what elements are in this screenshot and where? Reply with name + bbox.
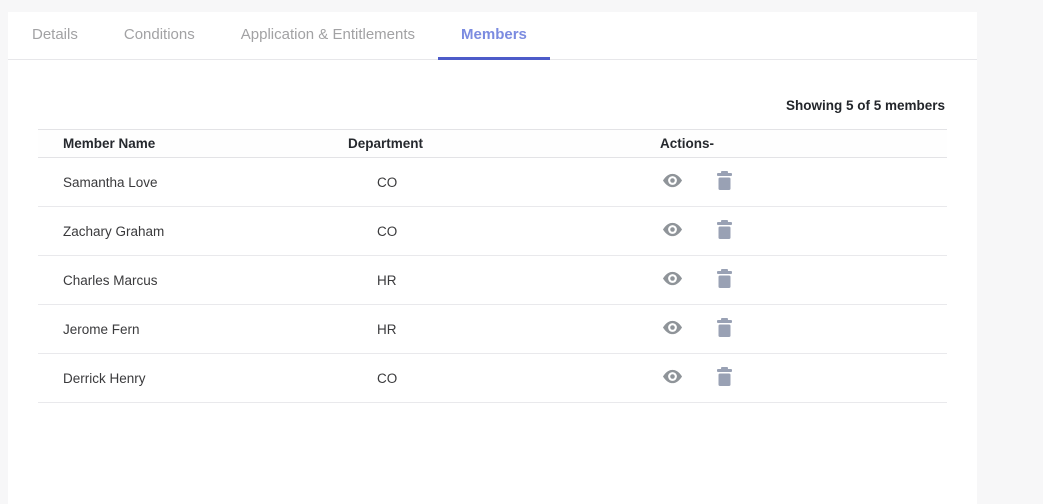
view-member-button[interactable]	[662, 173, 683, 191]
eye-icon	[662, 222, 683, 240]
row-actions	[660, 367, 947, 389]
member-count-summary: Showing 5 of 5 members	[8, 98, 945, 113]
table-header-row: Member Name Department Actions-	[38, 129, 947, 158]
table-row: Zachary Graham CO	[38, 207, 947, 256]
column-header-member-name: Member Name	[38, 136, 348, 151]
eye-icon	[662, 369, 683, 387]
trash-icon	[716, 220, 733, 242]
table-row: Charles Marcus HR	[38, 256, 947, 305]
members-table: Member Name Department Actions- Samantha…	[38, 129, 947, 403]
delete-member-button[interactable]	[716, 220, 733, 242]
member-name: Zachary Graham	[38, 224, 348, 239]
delete-member-button[interactable]	[716, 171, 733, 193]
delete-member-button[interactable]	[716, 367, 733, 389]
member-department: HR	[348, 273, 660, 288]
tab-bar: Details Conditions Application & Entitle…	[8, 12, 977, 60]
tab-conditions[interactable]: Conditions	[101, 12, 218, 60]
tab-application-entitlements[interactable]: Application & Entitlements	[218, 12, 438, 60]
table-row: Jerome Fern HR	[38, 305, 947, 354]
member-department: CO	[348, 175, 660, 190]
column-header-department: Department	[348, 136, 660, 151]
view-member-button[interactable]	[662, 222, 683, 240]
trash-icon	[716, 318, 733, 340]
eye-icon	[662, 320, 683, 338]
delete-member-button[interactable]	[716, 318, 733, 340]
delete-member-button[interactable]	[716, 269, 733, 291]
view-member-button[interactable]	[662, 271, 683, 289]
row-actions	[660, 220, 947, 242]
trash-icon	[716, 367, 733, 389]
tab-members[interactable]: Members	[438, 12, 550, 60]
eye-icon	[662, 173, 683, 191]
member-name: Samantha Love	[38, 175, 348, 190]
tab-details[interactable]: Details	[9, 12, 101, 60]
table-row: Samantha Love CO	[38, 158, 947, 207]
member-name: Jerome Fern	[38, 322, 348, 337]
member-department: CO	[348, 371, 660, 386]
row-actions	[660, 171, 947, 193]
row-actions	[660, 318, 947, 340]
view-member-button[interactable]	[662, 369, 683, 387]
table-row: Derrick Henry CO	[38, 354, 947, 403]
view-member-button[interactable]	[662, 320, 683, 338]
member-name: Derrick Henry	[38, 371, 348, 386]
member-department: HR	[348, 322, 660, 337]
trash-icon	[716, 269, 733, 291]
trash-icon	[716, 171, 733, 193]
eye-icon	[662, 271, 683, 289]
column-header-actions: Actions-	[660, 136, 947, 151]
content-card: Details Conditions Application & Entitle…	[8, 12, 977, 504]
member-department: CO	[348, 224, 660, 239]
row-actions	[660, 269, 947, 291]
member-name: Charles Marcus	[38, 273, 348, 288]
